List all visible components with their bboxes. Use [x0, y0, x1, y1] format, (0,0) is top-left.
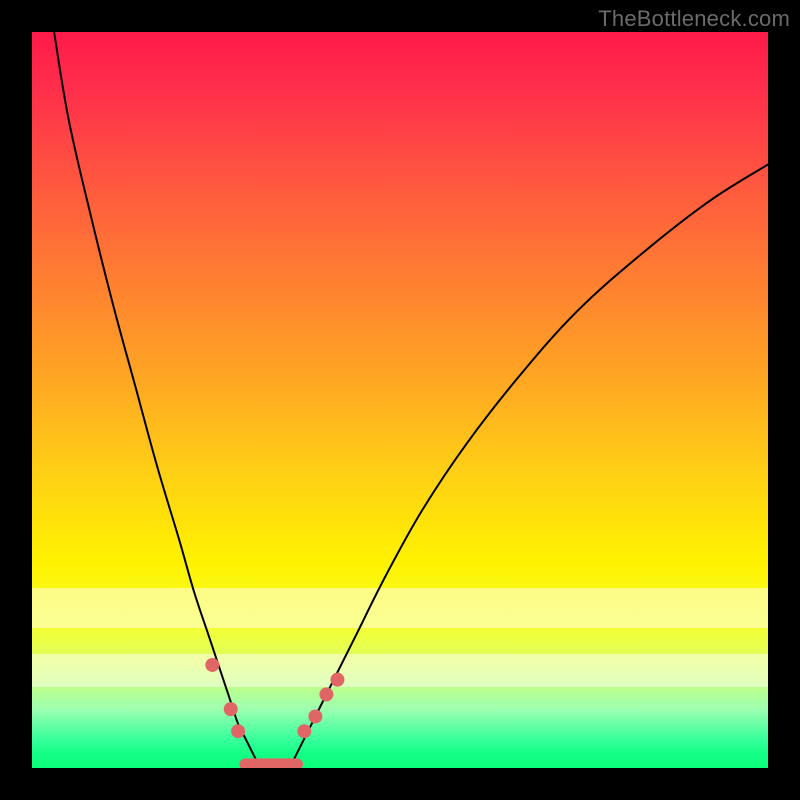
marker-dot	[224, 702, 238, 716]
marker-dot	[231, 724, 245, 738]
series-right-curve	[290, 164, 768, 768]
curves-svg	[32, 32, 768, 768]
watermark-text: TheBottleneck.com	[598, 6, 790, 32]
marker-dot	[205, 658, 219, 672]
marker-dot	[330, 673, 344, 687]
marker-dot	[308, 709, 322, 723]
plot-area	[32, 32, 768, 768]
marker-dot	[319, 687, 333, 701]
chart-stage: TheBottleneck.com	[0, 0, 800, 800]
marker-dot	[297, 724, 311, 738]
series-left-curve	[54, 32, 260, 768]
